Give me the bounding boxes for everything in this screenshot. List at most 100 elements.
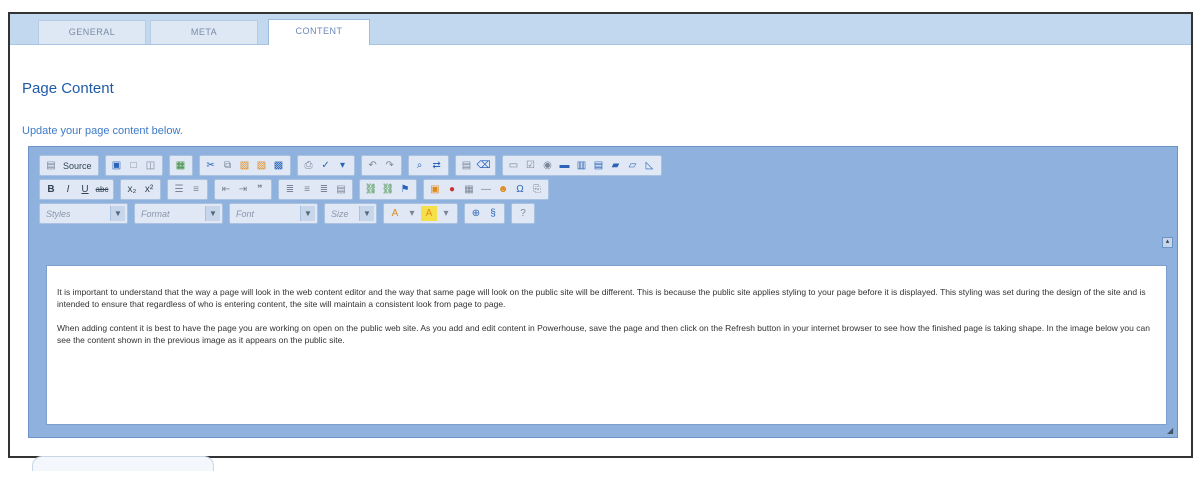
new-page-icon[interactable]: □: [126, 158, 142, 173]
italic-button[interactable]: I: [60, 182, 76, 197]
source-icon: ▤: [46, 160, 56, 171]
chevron-down-icon: ▼: [359, 206, 374, 221]
bold-button[interactable]: B: [43, 182, 59, 197]
image-icon[interactable]: ▣: [427, 182, 443, 197]
chevron-down-icon: ▼: [110, 206, 125, 221]
spellcheck-dropdown-icon[interactable]: ▾: [335, 158, 351, 173]
toolbar-group-select: ▤ ⌫: [454, 155, 496, 176]
lower-tab-shape: [32, 456, 214, 471]
bg-color-icon[interactable]: A: [421, 206, 437, 221]
select-all-icon[interactable]: ▤: [459, 158, 475, 173]
special-char-icon[interactable]: Ω: [512, 182, 528, 197]
toolbar-row-2: B I U abc x₂ x² ☰ ≡ ⇤ ⇥ ❞ ≣ ≡ ≣ ▤ ⛓ ⛓ ⚑ …: [39, 179, 553, 200]
size-combo[interactable]: Size ▼: [324, 203, 377, 224]
editor-content-area[interactable]: It is important to understand that the w…: [46, 265, 1167, 425]
tab-meta[interactable]: META: [150, 20, 258, 44]
align-center-icon[interactable]: ≡: [299, 182, 315, 197]
spellcheck-icon[interactable]: ✓: [318, 158, 334, 173]
text-color-dropdown-icon[interactable]: ▾: [404, 206, 420, 221]
font-combo-label: Font: [236, 208, 255, 219]
textfield-icon[interactable]: ▬: [557, 158, 573, 173]
flash-icon[interactable]: ●: [444, 182, 460, 197]
toolbar-group-basicstyles: B I U abc: [39, 179, 114, 200]
tab-bar: GENERAL META CONTENT: [10, 14, 1191, 45]
hidden-field-icon[interactable]: ◺: [642, 158, 658, 173]
copy-icon[interactable]: ⧉: [220, 158, 236, 173]
source-button[interactable]: Source: [60, 158, 95, 173]
toolbar-group-links: ⛓ ⛓ ⚑: [359, 179, 417, 200]
toolbar-group-scripts: x₂ x²: [120, 179, 161, 200]
templates-icon[interactable]: ▦: [173, 158, 189, 173]
toolbar-group-colors: A ▾ A ▾: [383, 203, 458, 224]
find-icon[interactable]: ⌕: [412, 158, 428, 173]
page-frame: GENERAL META CONTENT Page Content Update…: [8, 12, 1193, 458]
outdent-icon[interactable]: ⇤: [218, 182, 234, 197]
show-blocks-icon[interactable]: §: [485, 206, 501, 221]
page-title: Page Content: [22, 80, 114, 97]
styles-combo-label: Styles: [46, 208, 71, 219]
underline-button[interactable]: U: [77, 182, 93, 197]
unlink-icon[interactable]: ⛓: [380, 182, 396, 197]
font-combo[interactable]: Font ▼: [229, 203, 318, 224]
paste-text-icon[interactable]: ▧: [254, 158, 270, 173]
checkbox-icon[interactable]: ☑: [523, 158, 539, 173]
collapse-toolbar-icon[interactable]: ▴: [1162, 237, 1173, 248]
select-field-icon[interactable]: ▤: [591, 158, 607, 173]
rich-text-editor: ▤ Source ▣ □ ◫ ▦ ✂ ⧉ ▨ ▧ ▩ ⎙ ✓ ▾ ↶ ↷ ⌕ ⇄…: [28, 146, 1178, 438]
strike-button[interactable]: abc: [94, 182, 110, 197]
indent-icon[interactable]: ⇥: [235, 182, 251, 197]
horizontal-rule-icon[interactable]: ―: [478, 182, 494, 197]
toolbar-group-print-spell: ⎙ ✓ ▾: [296, 155, 355, 176]
radio-icon[interactable]: ◉: [540, 158, 556, 173]
table-icon[interactable]: ▦: [461, 182, 477, 197]
format-combo[interactable]: Format ▼: [134, 203, 223, 224]
image-button-icon[interactable]: ▱: [625, 158, 641, 173]
toolbar-group-about: ?: [511, 203, 535, 224]
tab-content[interactable]: CONTENT: [268, 19, 370, 45]
numbered-list-icon[interactable]: ☰: [171, 182, 187, 197]
blockquote-icon[interactable]: ❞: [252, 182, 268, 197]
button-field-icon[interactable]: ▰: [608, 158, 624, 173]
redo-icon[interactable]: ↷: [382, 158, 398, 173]
print-icon[interactable]: ⎙: [301, 158, 317, 173]
save-icon[interactable]: ▣: [109, 158, 125, 173]
toolbar-group-lists: ☰ ≡: [167, 179, 208, 200]
align-left-icon[interactable]: ≣: [282, 182, 298, 197]
toolbar-group-indent: ⇤ ⇥ ❞: [214, 179, 272, 200]
preview-icon[interactable]: ◫: [143, 158, 159, 173]
form-icon[interactable]: ▭: [506, 158, 522, 173]
paste-word-icon[interactable]: ▩: [271, 158, 287, 173]
page-break-icon[interactable]: ⎘: [529, 182, 545, 197]
undo-icon[interactable]: ↶: [365, 158, 381, 173]
toolbar-row-3: Styles ▼ Format ▼ Font ▼ Size ▼ A ▾ A ▾: [39, 203, 539, 224]
chevron-down-icon: ▼: [300, 206, 315, 221]
textarea-icon[interactable]: ▥: [574, 158, 590, 173]
toolbar-group-undo: ↶ ↷: [360, 155, 402, 176]
superscript-button[interactable]: x²: [141, 182, 157, 197]
page-subtitle: Update your page content below.: [22, 125, 183, 137]
link-icon[interactable]: ⛓: [363, 182, 379, 197]
subscript-button[interactable]: x₂: [124, 182, 140, 197]
align-right-icon[interactable]: ≣: [316, 182, 332, 197]
smiley-icon[interactable]: ☻: [495, 182, 511, 197]
toolbar-group-insert: ▣ ● ▦ ― ☻ Ω ⎘: [423, 179, 549, 200]
tab-general[interactable]: GENERAL: [38, 20, 146, 44]
maximize-icon[interactable]: ⊕: [468, 206, 484, 221]
format-combo-label: Format: [141, 208, 170, 219]
bulleted-list-icon[interactable]: ≡: [188, 182, 204, 197]
cut-icon[interactable]: ✂: [203, 158, 219, 173]
about-icon[interactable]: ?: [515, 206, 531, 221]
toolbar-row-1: ▤ Source ▣ □ ◫ ▦ ✂ ⧉ ▨ ▧ ▩ ⎙ ✓ ▾ ↶ ↷ ⌕ ⇄…: [39, 155, 666, 176]
paste-icon[interactable]: ▨: [237, 158, 253, 173]
remove-format-icon[interactable]: ⌫: [476, 158, 492, 173]
toolbar-group-source: ▤ Source: [39, 155, 99, 176]
replace-icon[interactable]: ⇄: [429, 158, 445, 173]
text-color-icon[interactable]: A: [387, 206, 403, 221]
bg-color-dropdown-icon[interactable]: ▾: [438, 206, 454, 221]
align-justify-icon[interactable]: ▤: [333, 182, 349, 197]
resize-grip-icon[interactable]: ◢: [1167, 427, 1175, 435]
toolbar-group-find: ⌕ ⇄: [407, 155, 449, 176]
anchor-icon[interactable]: ⚑: [397, 182, 413, 197]
styles-combo[interactable]: Styles ▼: [39, 203, 128, 224]
toolbar-group-align: ≣ ≡ ≣ ▤: [278, 179, 353, 200]
